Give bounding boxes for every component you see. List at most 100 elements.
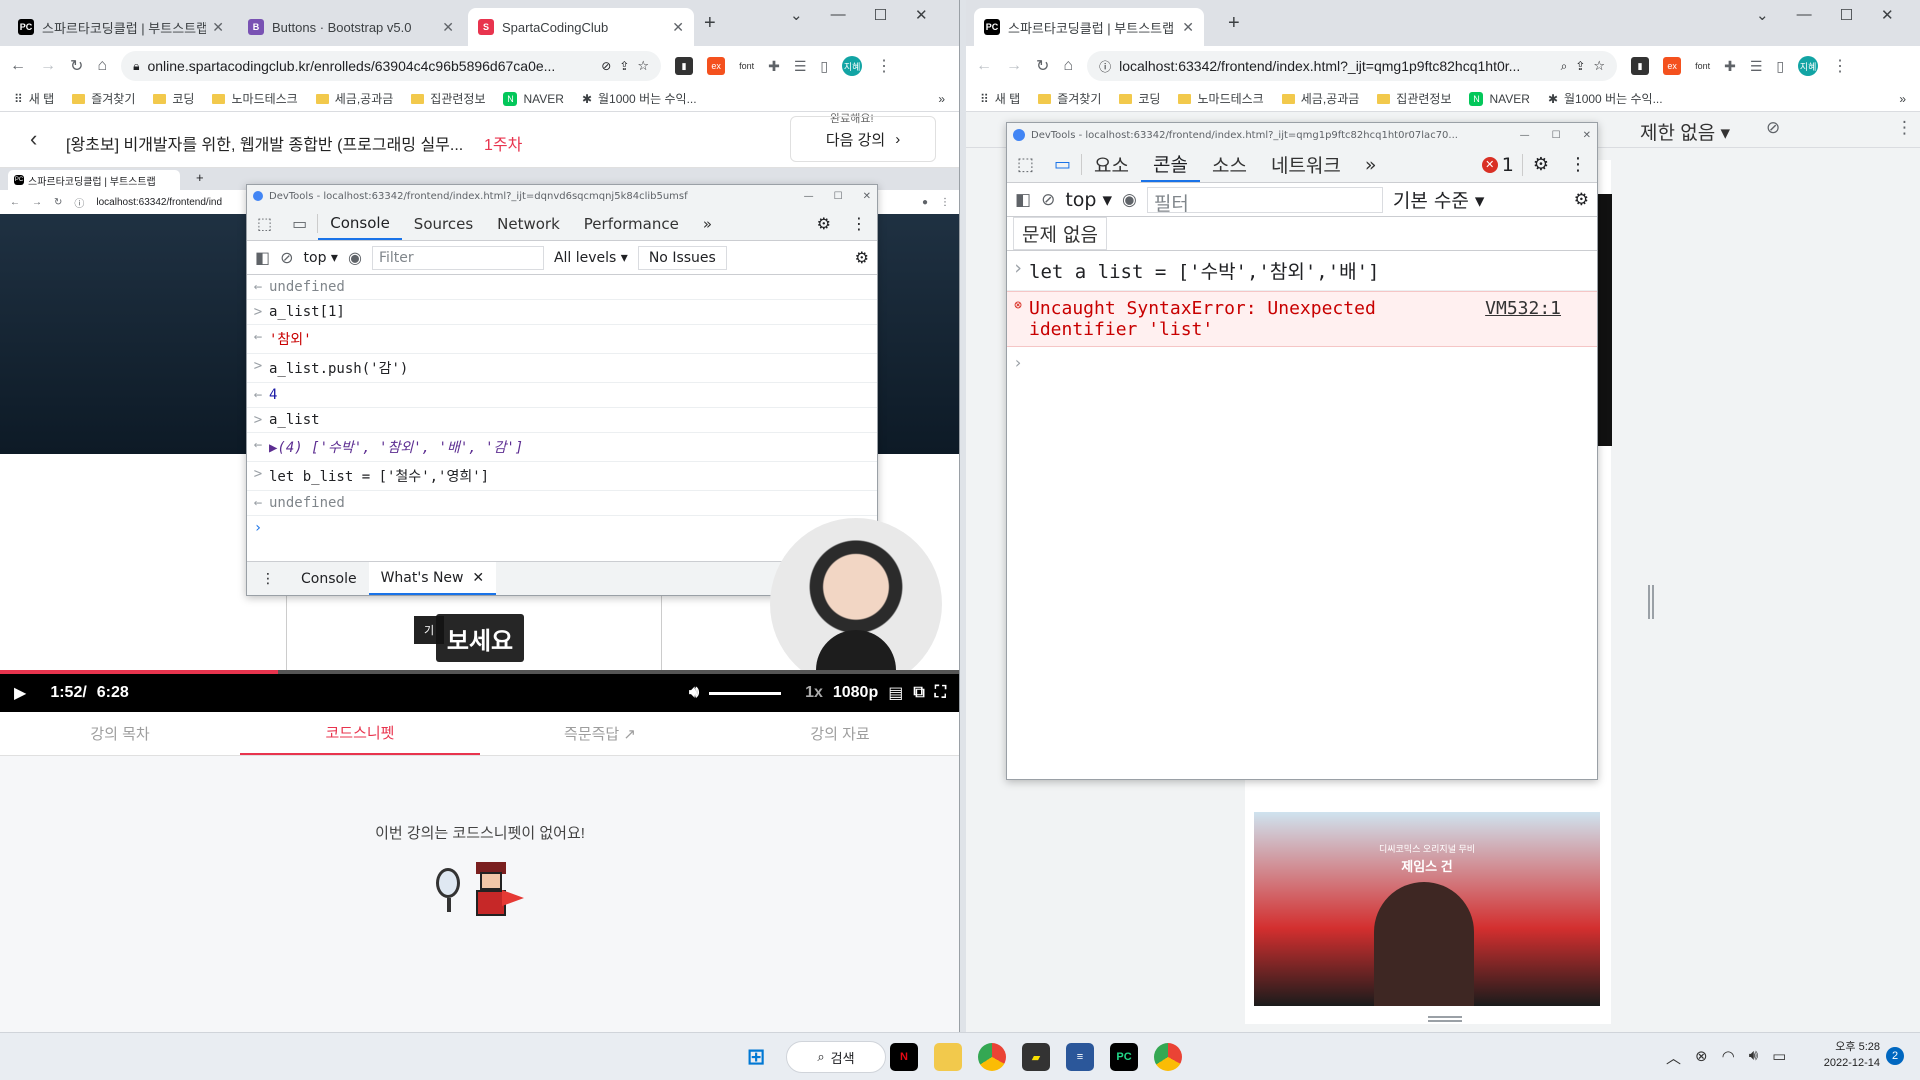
inspect-icon[interactable]: ⬚ [1007, 154, 1044, 175]
back-icon[interactable]: ← [10, 57, 26, 75]
chrome-taskbar-icon-2[interactable] [1154, 1043, 1182, 1071]
font-extension-icon[interactable]: font [1695, 61, 1710, 71]
volume-slider[interactable] [709, 691, 782, 695]
tab-qna[interactable]: 즉문즉답 ↗ [480, 712, 720, 755]
bookmark-item[interactable]: N NAVER [1469, 91, 1530, 106]
close-window-icon[interactable]: ✕ [915, 6, 928, 24]
filter-input[interactable]: 필터 [1146, 186, 1383, 215]
extension-icon[interactable]: ex [1663, 57, 1682, 75]
tab-table-of-contents[interactable]: 강의 목차 [0, 712, 240, 755]
puzzle-icon[interactable]: ✚ [1724, 58, 1736, 75]
bookmark-item[interactable]: ✱ 월1000 버는 수익... [1548, 90, 1663, 107]
more-bookmarks-icon[interactable]: » [1899, 92, 1906, 106]
sticky-app-icon[interactable]: ▰ [1022, 1043, 1050, 1071]
speed-button[interactable]: 1x [805, 684, 823, 702]
font-extension-icon[interactable]: font [739, 61, 754, 71]
video-player[interactable]: PC 스파르타코딩클럽 | 부트스트랩 + ← → ↻ ⓘ localhost:… [0, 168, 959, 674]
speaker-icon[interactable]: 🔊︎ [1749, 1047, 1758, 1068]
tab-code-snippet[interactable]: 코드스니펫 [240, 712, 480, 755]
bookmark-item[interactable]: 코딩 [1119, 90, 1160, 107]
clear-console-icon[interactable]: ⊘ [1041, 190, 1055, 210]
menu-icon[interactable]: ⋮ [876, 56, 892, 76]
kebab-menu-icon[interactable]: ⋮ [1559, 154, 1597, 175]
bookmark-item[interactable]: 즐겨찾기 [72, 90, 135, 107]
rotate-icon[interactable]: ⊘ [1766, 118, 1780, 138]
minimize-icon[interactable]: — [1797, 6, 1812, 24]
resize-handle[interactable] [1648, 585, 1654, 619]
extension-icon[interactable]: ▮ [1631, 57, 1650, 75]
share-icon[interactable]: ⇪ [619, 59, 629, 73]
left-tab-bootstrap[interactable]: B Buttons · Bootstrap v5.0 ✕ [238, 8, 464, 46]
netflix-icon[interactable]: N [890, 1043, 918, 1071]
volume-icon[interactable]: 🔊︎ [689, 684, 699, 702]
new-tab-icon[interactable]: + [704, 12, 716, 35]
left-tab-sparta[interactable]: PC 스파르타코딩클럽 | 부트스트랩 ✕ [8, 8, 234, 46]
wifi-icon[interactable]: ◠ [1722, 1047, 1735, 1068]
bookmark-item[interactable]: 노마드테스크 [212, 90, 298, 107]
subtitles-icon[interactable]: ▤ [888, 683, 903, 703]
menu-icon[interactable]: ⋮ [1832, 56, 1848, 76]
levels-select[interactable]: 기본 수준 ▾ [1393, 186, 1485, 213]
bookmark-item[interactable]: 세금,공과금 [315, 90, 393, 107]
profile-avatar[interactable]: 지혜 [1798, 56, 1819, 76]
tab-materials[interactable]: 강의 자료 [720, 712, 959, 755]
extension-icon[interactable]: ▮ [675, 57, 694, 75]
tab-elements[interactable]: 요소 [1082, 147, 1141, 182]
file-explorer-icon[interactable] [934, 1043, 962, 1071]
chrome-taskbar-icon[interactable] [978, 1043, 1006, 1071]
zoom-icon[interactable]: ⌕ [1561, 59, 1568, 74]
maximize-icon[interactable]: ☐ [1840, 6, 1853, 24]
windows-start-icon[interactable]: ⊞ [742, 1043, 770, 1071]
share-icon[interactable]: ⇪ [1575, 59, 1585, 73]
left-tab-spartacodingclub[interactable]: S SpartaCodingClub ✕ [468, 8, 694, 46]
eye-off-icon[interactable]: ⊘ [601, 59, 611, 73]
bookmark-item[interactable]: 집관련정보 [1377, 90, 1451, 107]
snap-divider[interactable] [960, 0, 966, 1032]
chevron-up-icon[interactable]: ︿ [1666, 1047, 1681, 1068]
puzzle-icon[interactable]: ✚ [768, 58, 780, 75]
console-settings-icon[interactable]: ⚙ [1574, 190, 1589, 210]
reading-list-icon[interactable]: ☰ [794, 58, 807, 75]
minimize-icon[interactable]: — [1520, 130, 1530, 141]
back-chevron-icon[interactable]: ‹ [30, 126, 37, 152]
notepad-icon[interactable]: ≡ [1066, 1043, 1094, 1071]
right-tab-sparta[interactable]: PC 스파르타코딩클럽 | 부트스트랩 ✕ [974, 8, 1204, 46]
fullscreen-icon[interactable]: ⛶ [935, 684, 946, 702]
bookmark-item[interactable]: 세금,공과금 [1281, 90, 1359, 107]
eye-icon[interactable]: ◉ [1122, 190, 1137, 210]
quality-button[interactable]: 1080p [833, 684, 878, 702]
forward-icon[interactable]: → [1006, 57, 1022, 75]
tab-search-icon[interactable]: ⌄ [790, 6, 803, 24]
gear-icon[interactable]: ⚙ [1523, 154, 1559, 175]
error-source-link[interactable]: VM532:1 [1485, 298, 1597, 319]
right-address-bar[interactable]: ⓘ localhost:63342/frontend/index.html?_i… [1087, 51, 1618, 81]
throttle-select[interactable]: 제한 없음 ▾ [1640, 118, 1730, 145]
bookmark-item[interactable]: 노마드테스크 [1178, 90, 1264, 107]
device-toolbar-icon[interactable]: ▭ [1044, 154, 1083, 175]
bookmark-item[interactable]: ✱ 월1000 버는 수익... [582, 90, 697, 107]
close-window-icon[interactable]: ✕ [1881, 6, 1894, 24]
device-more-icon[interactable]: ⋮ [1896, 118, 1913, 138]
close-icon[interactable]: ✕ [1583, 130, 1591, 141]
context-select[interactable]: top ▾ [1065, 189, 1112, 211]
next-lecture-button[interactable]: 다음 강의 › [790, 116, 936, 162]
bookmark-item[interactable]: ⠿ 새 탭 [14, 90, 54, 107]
tab-search-icon[interactable]: ⌄ [1756, 6, 1769, 24]
maximize-icon[interactable]: ☐ [874, 6, 887, 24]
extension-icon[interactable]: ex [707, 57, 726, 75]
close-tab-icon[interactable]: ✕ [672, 19, 684, 36]
error-badge[interactable]: ✕ 1 [1474, 153, 1523, 176]
bookmark-item[interactable]: ⠿ 새 탭 [980, 90, 1020, 107]
close-tab-icon[interactable]: ✕ [442, 19, 454, 36]
home-icon[interactable]: ⌂ [97, 57, 107, 75]
sidebar-toggle-icon[interactable]: ◧ [1015, 190, 1031, 210]
issues-button[interactable]: 문제 없음 [1013, 217, 1107, 250]
tab-sources[interactable]: 소스 [1200, 147, 1259, 182]
bookmark-item[interactable]: 즐겨찾기 [1038, 90, 1101, 107]
bookmark-star-icon[interactable]: ☆ [1593, 58, 1605, 74]
new-tab-icon[interactable]: + [1228, 12, 1240, 35]
back-icon[interactable]: ← [976, 57, 992, 75]
pycharm-taskbar-icon[interactable]: PC [1110, 1043, 1138, 1071]
reload-icon[interactable]: ↻ [70, 56, 83, 76]
left-address-bar[interactable]: 🔒︎ online.spartacodingclub.kr/enrolleds/… [121, 51, 662, 81]
